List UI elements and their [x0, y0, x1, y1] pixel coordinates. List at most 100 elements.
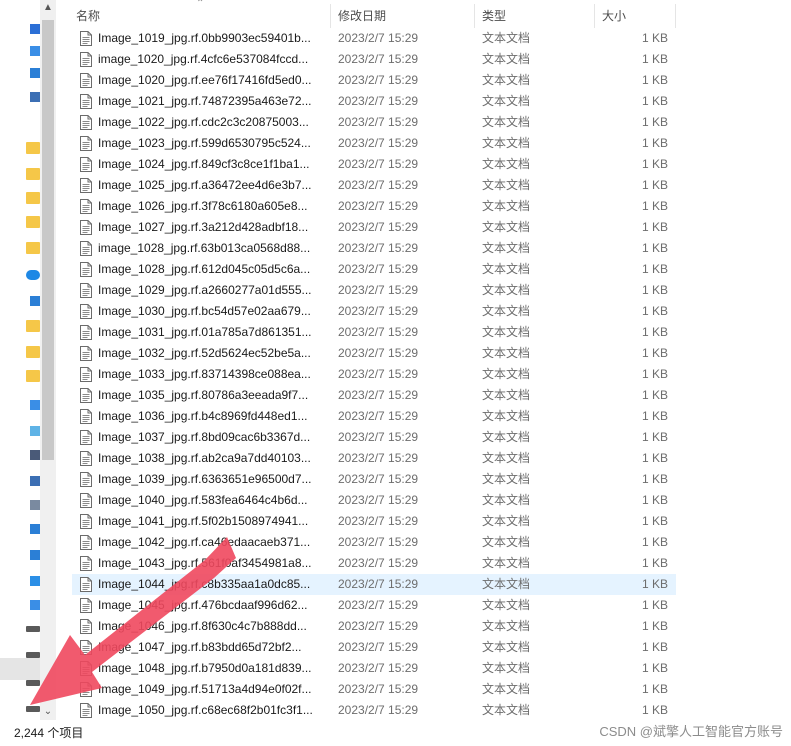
file-name: Image_1040_jpg.rf.583fea6464c4b6d...: [98, 493, 308, 507]
file-type: 文本文档: [482, 556, 531, 570]
file-name: Image_1024_jpg.rf.849cf3c8ce1f1ba1...: [98, 157, 310, 171]
text-file-icon: [80, 703, 92, 718]
picture-icon[interactable]: [30, 476, 40, 486]
text-file-icon: [80, 31, 92, 46]
download-icon[interactable]: [30, 524, 40, 534]
file-row[interactable]: Image_1032_jpg.rf.52d5624ec52be5a... 2023…: [72, 343, 676, 364]
file-type: 文本文档: [482, 661, 531, 675]
download-icon[interactable]: [30, 68, 40, 78]
file-row[interactable]: Image_1047_jpg.rf.b83bdd65d72bf2... 2023/…: [72, 637, 676, 658]
column-header: ⌃ 名称 修改日期 类型 大小: [72, 0, 676, 28]
file-row[interactable]: Image_1025_jpg.rf.a36472ee4d6e3b7... 2023…: [72, 175, 676, 196]
file-size: 1 KB: [641, 220, 668, 234]
file-date: 2023/2/7 15:29: [338, 262, 419, 276]
file-type: 文本文档: [482, 598, 531, 612]
file-row[interactable]: Image_1019_jpg.rf.0bb9903ec59401b... 2023…: [72, 28, 676, 49]
file-row[interactable]: Image_1040_jpg.rf.583fea6464c4b6d... 2023…: [72, 490, 676, 511]
file-type: 文本文档: [482, 31, 531, 45]
document-icon[interactable]: [30, 500, 40, 510]
folder-blue-icon[interactable]: [30, 46, 40, 56]
file-row[interactable]: Image_1024_jpg.rf.849cf3c8ce1f1ba1... 202…: [72, 154, 676, 175]
file-row[interactable]: Image_1028_jpg.rf.612d045c05d5c6a... 2023…: [72, 259, 676, 280]
picture-icon[interactable]: [30, 92, 40, 102]
folder-icon[interactable]: [26, 168, 40, 180]
folder-icon[interactable]: [26, 346, 40, 358]
file-date: 2023/2/7 15:29: [338, 619, 419, 633]
file-row[interactable]: Image_1035_jpg.rf.80786a3eeada9f7... 2023…: [72, 385, 676, 406]
file-date: 2023/2/7 15:29: [338, 241, 419, 255]
file-size: 1 KB: [641, 535, 668, 549]
file-name: Image_1030_jpg.rf.bc54d57e02aa679...: [98, 304, 311, 318]
nav-selected-item[interactable]: [0, 658, 40, 680]
file-row[interactable]: Image_1050_jpg.rf.c68ec68f2b01fc3f1... 20…: [72, 700, 676, 721]
file-row[interactable]: Image_1021_jpg.rf.74872395a463e72... 2023…: [72, 91, 676, 112]
column-divider[interactable]: [330, 4, 331, 28]
music-icon[interactable]: [30, 550, 40, 560]
file-row[interactable]: Image_1030_jpg.rf.bc54d57e02aa679... 2023…: [72, 301, 676, 322]
folder-icon[interactable]: [26, 320, 40, 332]
column-type[interactable]: 类型: [482, 4, 592, 28]
text-file-icon: [80, 325, 92, 340]
file-name: Image_1036_jpg.rf.b4c8969fd448ed1...: [98, 409, 308, 423]
file-explorer-window: ▲ ⌄ ⌃ 名称 修改日期 类型 大小 Image_1019_jpg.rf.0b…: [0, 0, 791, 746]
folder-icon[interactable]: [26, 142, 40, 154]
file-size: 1 KB: [641, 367, 668, 381]
scroll-up-icon[interactable]: ▲: [40, 0, 56, 16]
file-row[interactable]: Image_1031_jpg.rf.01a785a7d861351... 2023…: [72, 322, 676, 343]
column-divider[interactable]: [594, 4, 595, 28]
folder-icon[interactable]: [26, 242, 40, 254]
file-row[interactable]: Image_1046_jpg.rf.8f630c4c7b888dd... 2023…: [72, 616, 676, 637]
nav-scrollbar[interactable]: ▲ ⌄: [40, 0, 56, 720]
desktop-icon[interactable]: [30, 576, 40, 586]
file-row[interactable]: Image_1022_jpg.rf.cdc2c3c20875003... 2023…: [72, 112, 676, 133]
person-icon[interactable]: [30, 296, 40, 306]
drive-icon[interactable]: [26, 680, 40, 686]
file-row[interactable]: Image_1039_jpg.rf.6363651e96500d7... 2023…: [72, 469, 676, 490]
file-name: Image_1042_jpg.rf.ca46edaacaeb371...: [98, 535, 311, 549]
file-row[interactable]: Image_1038_jpg.rf.ab2ca9a7dd40103... 2023…: [72, 448, 676, 469]
file-row[interactable]: Image_1044_jpg.rf.c8b335aa1a0dc85... 2023…: [72, 574, 676, 595]
file-date: 2023/2/7 15:29: [338, 220, 419, 234]
file-row[interactable]: Image_1041_jpg.rf.5f02b1508974941... 2023…: [72, 511, 676, 532]
text-file-icon: [80, 472, 92, 487]
file-row[interactable]: Image_1045_jpg.rf.476bcdaaf996d62... 2023…: [72, 595, 676, 616]
file-row[interactable]: Image_1043_jpg.rf.561f0af3454981a8... 202…: [72, 553, 676, 574]
file-row[interactable]: Image_1037_jpg.rf.8bd09cac6b3367d... 2023…: [72, 427, 676, 448]
text-file-icon: [80, 619, 92, 634]
file-row[interactable]: Image_1036_jpg.rf.b4c8969fd448ed1... 2023…: [72, 406, 676, 427]
this-pc-icon[interactable]: [30, 400, 40, 410]
pin-icon[interactable]: [30, 24, 40, 34]
file-row[interactable]: Image_1042_jpg.rf.ca46edaacaeb371... 2023…: [72, 532, 676, 553]
file-row[interactable]: Image_1026_jpg.rf.3f78c6180a605e8... 2023…: [72, 196, 676, 217]
nav-scrollbar-thumb[interactable]: [42, 20, 54, 460]
3d-objects-icon[interactable]: [30, 426, 40, 436]
file-type: 文本文档: [482, 178, 531, 192]
scroll-down-icon[interactable]: ⌄: [40, 704, 56, 720]
file-row[interactable]: Image_1029_jpg.rf.a2660277a01d555... 2023…: [72, 280, 676, 301]
file-row[interactable]: Image_1033_jpg.rf.83714398ce088ea... 2023…: [72, 364, 676, 385]
column-divider[interactable]: [675, 4, 676, 28]
file-name: Image_1029_jpg.rf.a2660277a01d555...: [98, 283, 312, 297]
drive-icon[interactable]: [26, 626, 40, 632]
file-row[interactable]: Image_1020_jpg.rf.ee76f17416fd5ed0... 202…: [72, 70, 676, 91]
file-row[interactable]: Image_1048_jpg.rf.b7950d0a181d839... 2023…: [72, 658, 676, 679]
file-size: 1 KB: [641, 241, 668, 255]
column-date[interactable]: 修改日期: [338, 4, 468, 28]
column-divider[interactable]: [474, 4, 475, 28]
file-date: 2023/2/7 15:29: [338, 493, 419, 507]
column-name[interactable]: 名称: [76, 4, 326, 28]
file-row[interactable]: Image_1027_jpg.rf.3a212d428adbf18... 2023…: [72, 217, 676, 238]
file-row[interactable]: image_1020_jpg.rf.4cfc6e537084fccd... 202…: [72, 49, 676, 70]
folder-icon[interactable]: [26, 370, 40, 382]
folder-icon[interactable]: [26, 192, 40, 204]
drive-icon[interactable]: [26, 706, 40, 712]
file-row[interactable]: Image_1049_jpg.rf.51713a4d94e0f02f... 202…: [72, 679, 676, 700]
file-row[interactable]: Image_1023_jpg.rf.599d6530795c524... 2023…: [72, 133, 676, 154]
folder-icon[interactable]: [26, 216, 40, 228]
video-icon[interactable]: [30, 450, 40, 460]
onedrive-cloud-icon[interactable]: [26, 270, 40, 280]
windows-drive-icon[interactable]: [30, 600, 40, 610]
column-size[interactable]: 大小: [602, 4, 662, 28]
text-file-icon: [80, 241, 92, 256]
file-row[interactable]: image_1028_jpg.rf.63b013ca0568d88... 2023…: [72, 238, 676, 259]
